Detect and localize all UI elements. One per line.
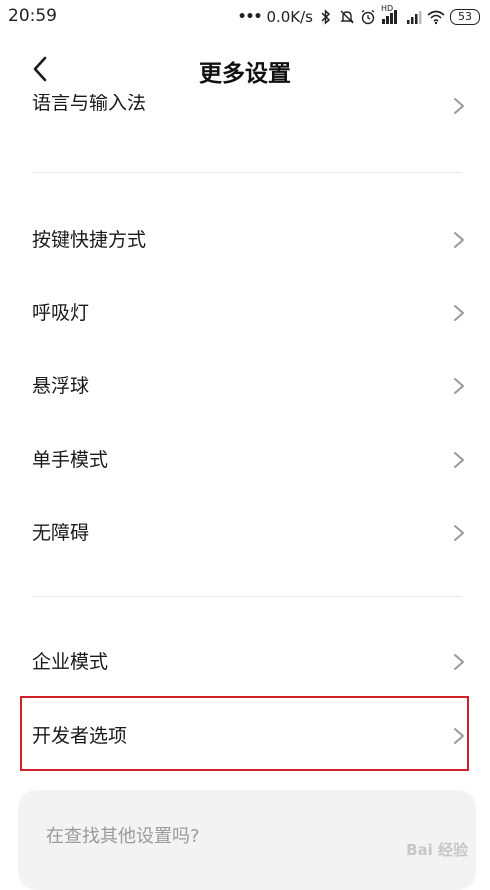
mute-bell-icon	[340, 10, 354, 24]
alarm-icon	[361, 9, 375, 25]
settings-row-one-hand-mode[interactable]: 单手模式	[0, 430, 490, 490]
watermark-logo: Bai 经验	[406, 841, 468, 859]
settings-row-language[interactable]: 语言与输入法	[0, 94, 490, 134]
settings-row-floating-ball[interactable]: 悬浮球	[0, 356, 490, 416]
row-label: 呼吸灯	[32, 302, 90, 324]
settings-row-shortcut[interactable]: 按键快捷方式	[0, 210, 490, 270]
battery-indicator: 53	[450, 9, 480, 25]
status-icons: ••• 0.0K/s HD 53	[237, 4, 480, 28]
signal-hd-icon: HD	[381, 4, 401, 26]
network-speed: 0.0K/s	[266, 8, 313, 26]
chevron-right-icon	[454, 305, 464, 321]
row-label: 悬浮球	[32, 375, 90, 397]
settings-row-accessibility[interactable]: 无障碍	[0, 503, 490, 563]
chevron-right-icon	[454, 452, 464, 468]
row-label: 无障碍	[32, 522, 90, 544]
top-app-bar: 更多设置	[0, 44, 490, 94]
settings-row-enterprise-mode[interactable]: 企业模式	[0, 632, 490, 692]
chevron-right-icon	[454, 654, 464, 670]
section-divider	[32, 172, 462, 173]
row-label: 语言与输入法	[32, 94, 147, 114]
row-label: 单手模式	[32, 449, 109, 471]
status-bar: 20:59 ••• 0.0K/s HD 53	[0, 0, 490, 34]
section-divider	[32, 596, 462, 597]
page-title: 更多设置	[199, 61, 291, 87]
chevron-right-icon	[454, 232, 464, 248]
row-label: 企业模式	[32, 651, 109, 673]
search-prompt: 在查找其他设置吗?	[46, 826, 200, 847]
chevron-right-icon	[454, 98, 464, 114]
status-time: 20:59	[8, 6, 57, 26]
chevron-right-icon	[454, 525, 464, 541]
chevron-right-icon	[454, 378, 464, 394]
bluetooth-icon	[321, 9, 331, 25]
settings-row-breathing-light[interactable]: 呼吸灯	[0, 283, 490, 343]
signal-icon	[407, 11, 422, 24]
wifi-icon	[427, 10, 445, 25]
highlight-annotation-box	[20, 696, 469, 771]
row-label: 按键快捷方式	[32, 229, 147, 251]
notification-dots: •••	[237, 9, 263, 25]
